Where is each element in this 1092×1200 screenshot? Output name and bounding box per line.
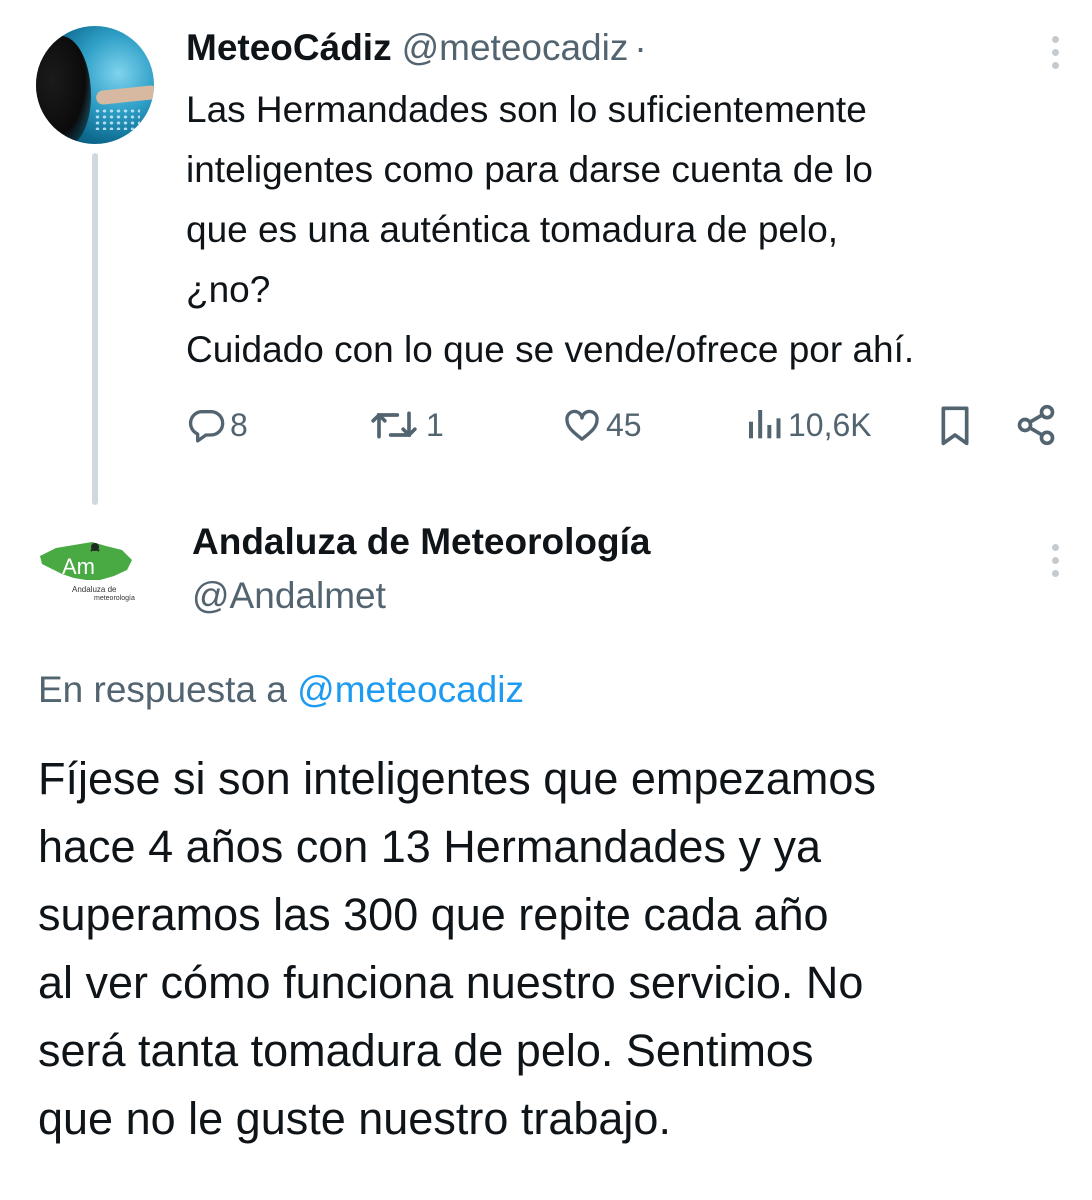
tweet-text-line: inteligentes como para darse cuenta de l… xyxy=(186,149,873,190)
tweet-text-line: hace 4 años con 13 Hermandades y ya xyxy=(38,821,821,872)
reply-prefix: En respuesta a xyxy=(38,669,287,710)
tweet-text-line: que no le guste nuestro trabajo. xyxy=(38,1093,671,1144)
bookmark-button[interactable] xyxy=(935,400,975,450)
bookmark-icon xyxy=(941,406,969,446)
author-name[interactable]: Andaluza de Meteorología xyxy=(192,520,650,564)
tweet-text-line: Fíjese si son inteligentes que empezamos xyxy=(38,753,876,804)
author-avatar-andalmet[interactable]: Am Andaluza de meteorología xyxy=(34,528,152,608)
svg-text:Andaluza de: Andaluza de xyxy=(72,585,117,594)
reply-button[interactable]: 8 xyxy=(186,400,248,450)
like-button[interactable]: 45 xyxy=(562,400,642,450)
reply-count: 8 xyxy=(230,406,248,443)
views-button[interactable]: 10,6K xyxy=(744,400,872,450)
tweet-text-line: que es una auténtica tomadura de pelo, xyxy=(186,209,839,250)
tweet1-header: MeteoCádiz @meteocadiz · xyxy=(186,26,647,70)
author-avatar-meteocadiz[interactable] xyxy=(36,26,154,144)
tweet-text-line: al ver cómo funciona nuestro servicio. N… xyxy=(38,957,864,1008)
tweet-text-line: será tanta tomadura de pelo. Sentimos xyxy=(38,1025,814,1076)
retweet-count: 1 xyxy=(426,406,444,443)
share-button[interactable] xyxy=(1014,400,1058,450)
avatar-swimmer xyxy=(95,84,154,106)
like-icon xyxy=(565,409,599,441)
more-icon[interactable] xyxy=(1050,544,1060,584)
author-handle[interactable]: @Andalmet xyxy=(192,574,386,618)
andalmet-logo-icon: Am Andaluza de meteorología xyxy=(40,542,135,602)
author-handle[interactable]: @meteocadiz xyxy=(402,27,629,68)
thread-connector-line xyxy=(92,153,98,505)
author-name[interactable]: MeteoCádiz xyxy=(186,27,392,68)
views-count: 10,6K xyxy=(788,406,872,443)
svg-text:meteorología: meteorología xyxy=(94,595,135,602)
tweet2-text: Fíjese si son inteligentes que empezamos… xyxy=(38,745,1078,1153)
tweet-text-line: ¿no? xyxy=(186,269,271,310)
tweet-text-line: Cuidado con lo que se vende/ofrece por a… xyxy=(186,329,915,370)
avatar-silhouette xyxy=(36,36,91,144)
svg-text:Am: Am xyxy=(62,554,95,579)
reply-icon xyxy=(188,410,225,443)
like-count: 45 xyxy=(606,406,642,443)
avatar-fish-school xyxy=(94,108,140,130)
reply-mention-link[interactable]: @meteocadiz xyxy=(297,669,524,710)
tweet1-text: Las Hermandades son lo suficientemente i… xyxy=(186,80,1066,380)
header-separator: · xyxy=(634,27,647,68)
tweet-text-line: Las Hermandades son lo suficientemente xyxy=(186,89,867,130)
views-icon xyxy=(749,410,781,439)
tweet-text-line: superamos las 300 que repite cada año xyxy=(38,889,829,940)
retweet-icon xyxy=(371,411,417,439)
more-icon[interactable] xyxy=(1050,36,1060,76)
reply-context: En respuesta a @meteocadiz xyxy=(38,667,524,713)
retweet-button[interactable]: 1 xyxy=(366,400,444,450)
share-icon xyxy=(1017,404,1055,446)
